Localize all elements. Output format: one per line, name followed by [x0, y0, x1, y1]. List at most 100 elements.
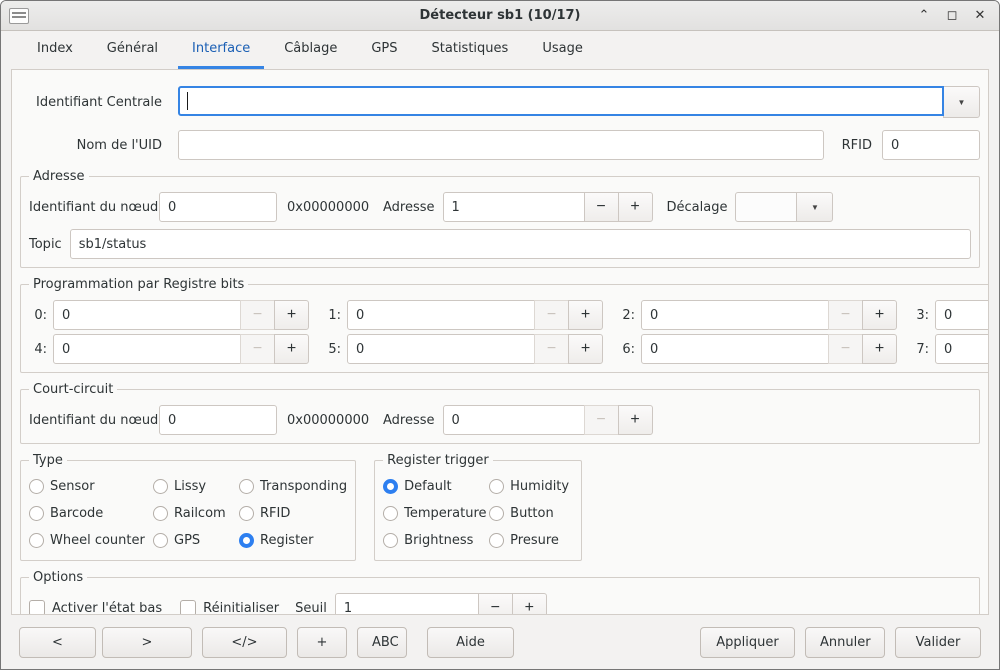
topic-input[interactable] — [70, 229, 971, 259]
help-button[interactable]: Aide — [427, 627, 514, 658]
next-button[interactable]: > — [102, 627, 192, 658]
bit-6-input[interactable] — [641, 334, 829, 364]
cc-node-id-label: Identifiant du nœud — [29, 413, 159, 428]
radio-railcom[interactable]: Railcom — [153, 501, 239, 525]
minimize-button[interactable]: ⌃ — [913, 6, 935, 26]
seuil-input[interactable] — [335, 593, 479, 615]
decalage-input[interactable] — [735, 192, 797, 222]
bit-0-input[interactable] — [53, 300, 241, 330]
registre-bits-legend: Programmation par Registre bits — [29, 277, 248, 292]
identifiant-centrale-input[interactable] — [178, 86, 944, 116]
previous-button[interactable]: < — [19, 627, 96, 658]
node-id-input[interactable] — [159, 192, 277, 222]
bit-2-input[interactable] — [641, 300, 829, 330]
bit-5-input[interactable] — [347, 334, 535, 364]
tab-general[interactable]: Général — [93, 31, 172, 69]
bit-7-spinner: 7: −+ — [911, 334, 989, 364]
radio-temperature[interactable]: Temperature — [383, 501, 489, 525]
bit-7-input[interactable] — [935, 334, 989, 364]
adresse-minus-button[interactable]: − — [584, 192, 619, 222]
tab-statistiques[interactable]: Statistiques — [418, 31, 523, 69]
apply-button[interactable]: Appliquer — [700, 627, 795, 658]
nom-uid-input[interactable] — [178, 130, 824, 160]
bit-1-minus-button[interactable]: − — [534, 300, 569, 330]
checkbox-activer-etat-bas[interactable]: Activer l'état bas — [29, 600, 162, 615]
decalage-dropdown-button[interactable]: ▼ — [796, 192, 833, 222]
radio-button[interactable]: Button — [489, 501, 573, 525]
maximize-button[interactable]: ◻ — [941, 6, 963, 26]
tab-cablage[interactable]: Câblage — [270, 31, 351, 69]
radio-sensor[interactable]: Sensor — [29, 474, 153, 498]
node-id-label: Identifiant du nœud — [29, 200, 159, 215]
options-legend: Options — [29, 570, 87, 585]
tab-interface[interactable]: Interface — [178, 31, 264, 69]
bit-2-minus-button[interactable]: − — [828, 300, 863, 330]
add-button[interactable]: + — [297, 627, 347, 658]
cc-node-id-input[interactable] — [159, 405, 277, 435]
bit-5-minus-button[interactable]: − — [534, 334, 569, 364]
radio-label: Temperature — [404, 506, 486, 521]
identifiant-centrale-dropdown-button[interactable]: ▼ — [943, 86, 980, 118]
checkbox-icon — [29, 600, 45, 615]
radio-register[interactable]: Register — [239, 528, 347, 552]
checkbox-reinitialiser[interactable]: Réinitialiser — [180, 600, 279, 615]
bit-4-input[interactable] — [53, 334, 241, 364]
seuil-plus-button[interactable]: + — [512, 593, 547, 615]
radio-humidity[interactable]: Humidity — [489, 474, 573, 498]
bit-1-plus-button[interactable]: + — [568, 300, 603, 330]
bit-3-input[interactable] — [935, 300, 989, 330]
cc-adresse-input[interactable] — [443, 405, 585, 435]
bit-0-plus-button[interactable]: + — [274, 300, 309, 330]
ok-button[interactable]: Valider — [895, 627, 981, 658]
register-trigger-group: Register trigger Default Humidity Temper… — [374, 453, 582, 561]
titlebar[interactable]: Détecteur sb1 (10/17) ⌃ ◻ ✕ — [1, 1, 999, 31]
radio-label: Button — [510, 506, 554, 521]
radio-label: Brightness — [404, 533, 473, 548]
radio-rfid[interactable]: RFID — [239, 501, 347, 525]
adresse-plus-button[interactable]: + — [618, 192, 653, 222]
bit-4-minus-button[interactable]: − — [240, 334, 275, 364]
minus-icon: − — [547, 340, 556, 358]
radio-lissy[interactable]: Lissy — [153, 474, 239, 498]
radio-label: Humidity — [510, 479, 569, 494]
topic-row: Topic — [29, 229, 971, 259]
bit-6-plus-button[interactable]: + — [862, 334, 897, 364]
bit-4-plus-button[interactable]: + — [274, 334, 309, 364]
radio-presure[interactable]: Presure — [489, 528, 573, 552]
tab-gps[interactable]: GPS — [357, 31, 411, 69]
adresse-input[interactable] — [443, 192, 585, 222]
bit-0-minus-button[interactable]: − — [240, 300, 275, 330]
registre-bits-group: Programmation par Registre bits 0: −+ 1:… — [20, 277, 989, 373]
rfid-input[interactable] — [882, 130, 980, 160]
radio-gps[interactable]: GPS — [153, 528, 239, 552]
seuil-minus-button[interactable]: − — [478, 593, 513, 615]
register-trigger-legend: Register trigger — [383, 453, 493, 468]
radio-label: Default — [404, 479, 452, 494]
radio-barcode[interactable]: Barcode — [29, 501, 153, 525]
radio-label: Railcom — [174, 506, 226, 521]
bit-1-input[interactable] — [347, 300, 535, 330]
cc-minus-button[interactable]: − — [584, 405, 619, 435]
abc-button[interactable]: ABC — [357, 627, 407, 658]
bit-6-minus-button[interactable]: − — [828, 334, 863, 364]
tab-usage[interactable]: Usage — [528, 31, 597, 69]
xml-code-button[interactable]: </> — [202, 627, 287, 658]
radio-icon — [29, 479, 44, 494]
radio-label: RFID — [260, 506, 290, 521]
type-legend: Type — [29, 453, 67, 468]
cc-plus-button[interactable]: + — [618, 405, 653, 435]
tab-index[interactable]: Index — [23, 31, 87, 69]
bit-1-label: 1: — [323, 308, 341, 323]
cancel-button[interactable]: Annuler — [805, 627, 885, 658]
close-button[interactable]: ✕ — [969, 6, 991, 26]
radio-icon — [383, 506, 398, 521]
radio-default[interactable]: Default — [383, 474, 489, 498]
radio-brightness[interactable]: Brightness — [383, 528, 489, 552]
bit-5-plus-button[interactable]: + — [568, 334, 603, 364]
radio-transponding[interactable]: Transponding — [239, 474, 347, 498]
bit-2-plus-button[interactable]: + — [862, 300, 897, 330]
tabbar: Index Général Interface Câblage GPS Stat… — [1, 31, 999, 69]
radio-wheel-counter[interactable]: Wheel counter — [29, 528, 153, 552]
plus-icon: + — [630, 411, 639, 429]
cc-hex-label: 0x00000000 — [287, 413, 373, 428]
